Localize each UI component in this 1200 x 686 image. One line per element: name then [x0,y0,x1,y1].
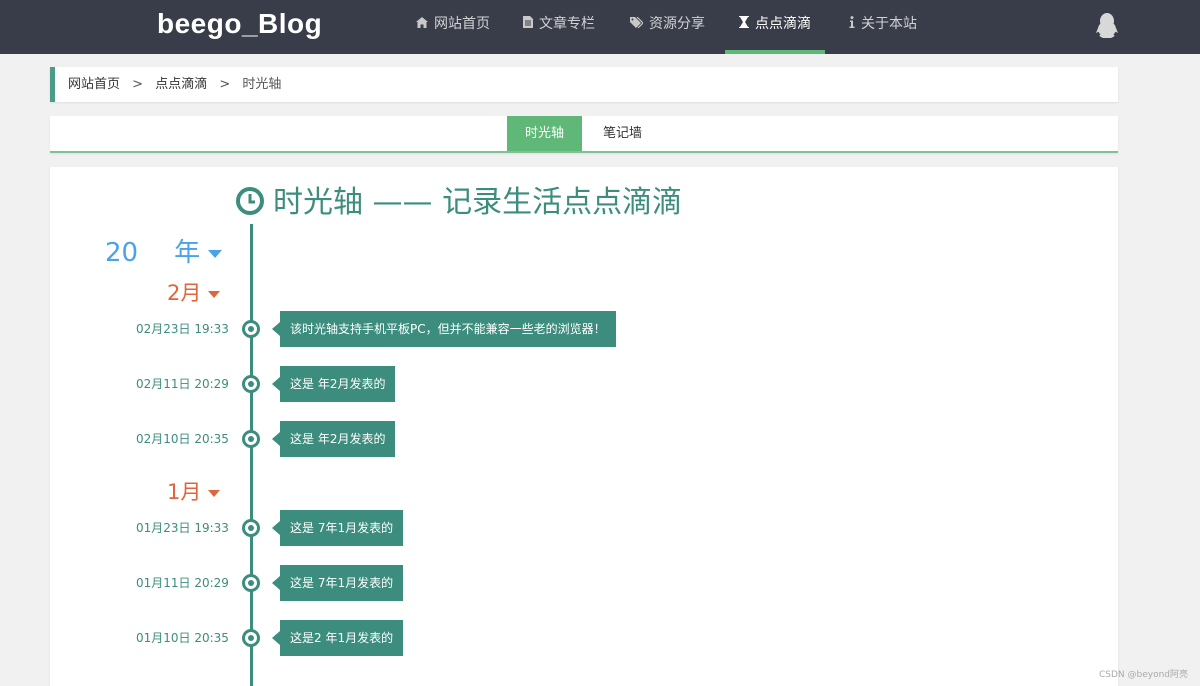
nav-item-resources[interactable]: 资源分享 [630,0,705,54]
entry-date: 02月10日 20:35 [136,432,229,446]
clock-icon [235,186,265,216]
nav-item-label: 文章专栏 [539,16,595,32]
entry-bubble[interactable]: 这是 年2月发表的 [271,421,396,457]
nav-item-label: 点点滴滴 [755,16,811,32]
timeline-entry: 01月11日 20:29 这是 7年1月发表的 [50,564,1118,602]
nav-item-label: 网站首页 [434,16,490,32]
timeline-entry: 02月23日 19:33 该时光轴支持手机平板PC，但并不能兼容一些老的浏览器！ [50,310,1118,348]
breadcrumb-home[interactable]: 网站首页 [68,77,120,92]
month-label: 1月 [167,480,202,504]
caret-down-icon [208,249,223,258]
entry-date: 01月10日 20:35 [136,631,229,645]
timeline-node-icon [242,320,260,338]
nav-item-articles[interactable]: 文章专栏 [523,0,595,54]
month-header[interactable]: 2月 [167,277,221,307]
tab-timeline[interactable]: 时光轴 [507,116,582,151]
timeline-title-text: 时光轴 —— 记录生活点点滴滴 [273,185,683,220]
entry-bubble[interactable]: 这是 年2月发表的 [271,366,396,402]
document-icon [523,0,533,48]
tags-icon [630,0,644,48]
timeline-panel: 时光轴 —— 记录生活点点滴滴 20 年 2月 02月23日 19:33 该时光轴… [50,167,1118,686]
nav-item-label: 关于本站 [861,16,917,32]
timeline-node-icon [242,375,260,393]
entry-date: 02月23日 19:33 [136,322,229,336]
tab-note-wall[interactable]: 笔记墙 [590,116,655,151]
timeline-entry: 02月11日 20:29 这是 年2月发表的 [50,365,1118,403]
qq-penguin-icon[interactable] [1096,12,1118,39]
timeline-node-icon [242,629,260,647]
home-icon [416,0,428,48]
breadcrumb-separator: > [132,77,144,92]
breadcrumb-separator: > [219,77,231,92]
breadcrumb: 网站首页 > 点点滴滴 > 时光轴 [50,67,1118,102]
year-label-start: 20 [105,238,139,268]
tab-bar: 时光轴 笔记墙 [50,116,1118,153]
entry-bubble[interactable]: 这是2 年1月发表的 [271,620,404,656]
caret-down-icon [208,290,221,298]
timeline-entry: 01月10日 20:35 这是2 年1月发表的 [50,619,1118,657]
timeline-node-icon [242,430,260,448]
timeline-node-icon [242,574,260,592]
breadcrumb-moments[interactable]: 点点滴滴 [155,77,207,92]
month-label: 2月 [167,281,202,305]
watermark: CSDN @beyond阿亮 [1098,670,1188,680]
timeline-node-icon [242,519,260,537]
year-label-end: 年 [174,238,201,268]
top-navbar: beego_Blog 网站首页 文章专栏 资源分享 点点滴滴 关于本站 [0,0,1200,54]
redacted-blur [138,241,175,266]
timeline-entry: 02月10日 20:35 这是 年2月发表的 [50,420,1118,458]
caret-down-icon [208,489,221,497]
month-header[interactable]: 1月 [167,476,221,506]
nav-item-home[interactable]: 网站首页 [416,0,490,54]
entry-date: 01月23日 19:33 [136,521,229,535]
info-icon [849,0,855,48]
nav-item-about[interactable]: 关于本站 [849,0,917,54]
site-brand[interactable]: beego_Blog [157,8,322,40]
nav-item-label: 资源分享 [649,16,705,32]
timeline-entry: 01月23日 19:33 这是 7年1月发表的 [50,509,1118,547]
entry-bubble[interactable]: 这是 7年1月发表的 [271,565,404,601]
timeline-title: 时光轴 —— 记录生活点点滴滴 [235,183,682,223]
entry-bubble[interactable]: 这是 7年1月发表的 [271,510,404,546]
year-header[interactable]: 20 年 [105,232,225,269]
nav-item-moments[interactable]: 点点滴滴 [725,0,825,54]
breadcrumb-current: 时光轴 [242,77,282,92]
entry-date: 01月11日 20:29 [136,576,229,590]
hourglass-icon [739,0,749,48]
entry-bubble[interactable]: 该时光轴支持手机平板PC，但并不能兼容一些老的浏览器！ [272,311,616,347]
entry-date: 02月11日 20:29 [136,377,229,391]
